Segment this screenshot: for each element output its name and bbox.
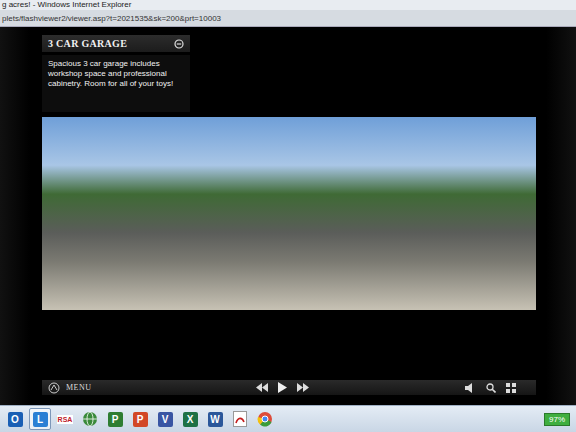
zoom-icon[interactable] xyxy=(486,383,496,393)
taskbar-app[interactable] xyxy=(254,408,276,430)
app-icon: RSA xyxy=(57,415,74,424)
viewer-content: 3 CAR GARAGE Spacious 3 car garage inclu… xyxy=(42,27,536,405)
battery-text: 97% xyxy=(549,415,565,424)
title-bar: g acres! - Windows Internet Explorer xyxy=(0,0,576,10)
house-photo xyxy=(42,117,536,310)
screen: g acres! - Windows Internet Explorer ple… xyxy=(0,0,576,432)
pdf-icon xyxy=(233,411,247,427)
section-title: 3 CAR GARAGE xyxy=(48,38,127,49)
collapse-icon[interactable] xyxy=(174,39,184,49)
rewind-icon[interactable] xyxy=(256,383,268,392)
battery-indicator[interactable]: 97% xyxy=(544,413,570,426)
app-icon: X xyxy=(183,412,198,427)
play-icon[interactable] xyxy=(278,382,287,393)
window-title: g acres! - Windows Internet Explorer xyxy=(2,0,131,10)
description-text: Spacious 3 car garage includes workshop … xyxy=(48,59,184,89)
description-box: Spacious 3 car garage includes workshop … xyxy=(42,55,190,112)
taskbar-app[interactable]: RSA xyxy=(54,408,76,430)
chrome-icon xyxy=(257,411,273,427)
menu-button[interactable]: MENU xyxy=(66,383,92,392)
app-icon: L xyxy=(33,412,48,427)
globe-icon xyxy=(82,411,98,427)
app-icon: O xyxy=(8,412,23,427)
taskbar-app[interactable]: L xyxy=(29,408,51,430)
address-bar[interactable]: plets/flashviewer2/viewer.asp?t=2021535&… xyxy=(0,10,576,27)
taskbar-app[interactable]: V xyxy=(154,408,176,430)
section-tab[interactable]: 3 CAR GARAGE xyxy=(42,35,190,52)
taskbar-app[interactable]: W xyxy=(204,408,226,430)
app-icon: V xyxy=(158,412,173,427)
control-bar: MENU xyxy=(42,380,536,395)
address-text[interactable]: plets/flashviewer2/viewer.asp?t=2021535&… xyxy=(2,14,221,23)
taskbar: OLRSAPPVXW 97% xyxy=(0,405,576,432)
grid-icon[interactable] xyxy=(506,383,516,393)
viewer: 3 CAR GARAGE Spacious 3 car garage inclu… xyxy=(0,27,576,405)
taskbar-app[interactable] xyxy=(229,408,251,430)
app-icon: P xyxy=(108,412,123,427)
taskbar-app[interactable] xyxy=(79,408,101,430)
taskbar-app[interactable]: X xyxy=(179,408,201,430)
taskbar-app[interactable]: P xyxy=(104,408,126,430)
logo-icon[interactable] xyxy=(48,382,60,394)
forward-icon[interactable] xyxy=(297,383,309,392)
volume-icon[interactable] xyxy=(465,383,476,393)
app-icon: P xyxy=(133,412,148,427)
taskbar-app[interactable]: P xyxy=(129,408,151,430)
taskbar-app[interactable]: O xyxy=(4,408,26,430)
app-icon: W xyxy=(208,412,223,427)
